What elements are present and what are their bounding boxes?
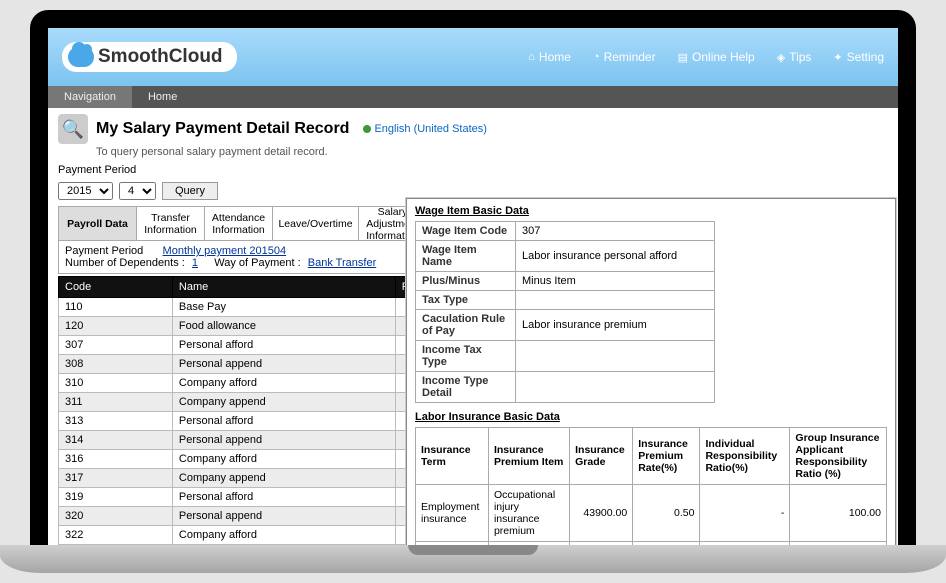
insurance-table: Insurance TermInsurance Premium ItemInsu… [415,427,887,550]
query-button[interactable]: Query [162,182,218,200]
language-selector[interactable]: English (United States) [363,123,487,135]
tab-leave[interactable]: Leave/Overtime [273,207,359,240]
nav-setting[interactable]: ✦Setting [833,50,884,64]
ins-row: Employment insuranceOccupational injury … [416,485,887,542]
kv-val [516,291,715,310]
wage-item-fields: Wage Item Code307Wage Item NameLabor ins… [415,221,715,403]
dependents-link[interactable]: 1 [192,257,198,269]
bell-icon: ◔ [593,51,600,63]
app-header: SmoothCloud ⌂Home ◔Reminder ▤Online Help… [48,28,898,86]
kv-val: Minus Item [516,272,715,291]
nav-help[interactable]: ▤Online Help [678,50,755,64]
period-link[interactable]: Monthly payment 201504 [163,245,287,257]
ins-col: Insurance Premium Rate(%) [633,428,700,485]
wage-item-dialog: Wage Item Basic Data Wage Item Code307Wa… [406,198,896,550]
wayof-key: Way of Payment : [214,257,300,269]
search-icon: 🔍 [58,114,88,144]
ins-col: Group Insurance Applicant Responsibility… [790,428,887,485]
tab-payroll[interactable]: Payroll Data [59,207,137,240]
period-key: Payment Period [65,245,143,257]
dialog-header-1: Wage Item Basic Data [415,205,887,217]
ins-col: Insurance Grade [570,428,633,485]
dialog-header-2: Labor Insurance Basic Data [415,411,887,423]
kv-key: Wage Item Code [416,222,516,241]
dependents-key: Number of Dependents : [65,257,185,269]
laptop-base [0,545,946,573]
ins-col: Insurance Premium Item [488,428,569,485]
kv-val: Labor insurance premium [516,310,715,341]
tab-home[interactable]: Home [132,86,193,108]
kv-key: Income Tax Type [416,341,516,372]
home-icon: ⌂ [528,51,535,63]
wayof-link[interactable]: Bank Transfer [308,257,376,269]
bulb-icon: ◈ [777,51,785,64]
kv-key: Tax Type [416,291,516,310]
kv-val: Labor insurance personal afford [516,241,715,272]
col-code: Code [59,277,173,298]
ins-col: Insurance Term [416,428,489,485]
col-name: Name [172,277,395,298]
window-tabs: Navigation Home [48,86,898,108]
nav-reminder[interactable]: ◔Reminder [593,50,656,64]
kv-val [516,372,715,403]
cloud-icon [68,47,94,67]
nav-tips[interactable]: ◈Tips [777,50,812,64]
tab-transfer[interactable]: Transfer Information [137,207,205,240]
kv-key: Income Type Detail [416,372,516,403]
period-label: Payment Period [58,164,136,176]
tab-navigation[interactable]: Navigation [48,86,132,108]
kv-key: Wage Item Name [416,241,516,272]
kv-key: Caculation Rule of Pay [416,310,516,341]
page-subtitle: To query personal salary payment detail … [96,146,888,158]
year-select[interactable]: 2015 [58,182,113,200]
kv-key: Plus/Minus [416,272,516,291]
globe-icon [363,125,371,133]
nav-home[interactable]: ⌂Home [528,50,571,64]
tab-attendance[interactable]: Attendance Information [205,207,273,240]
kv-val [516,341,715,372]
top-nav: ⌂Home ◔Reminder ▤Online Help ◈Tips ✦Sett… [528,50,884,64]
kv-val: 307 [516,222,715,241]
page-title: My Salary Payment Detail Record [96,120,349,138]
month-select[interactable]: 4 [119,182,156,200]
brand-name: SmoothCloud [98,46,223,68]
ins-col: Individual Responsibility Ratio(%) [700,428,790,485]
gear-icon: ✦ [833,51,842,64]
logo[interactable]: SmoothCloud [62,42,237,72]
book-icon: ▤ [678,51,688,64]
